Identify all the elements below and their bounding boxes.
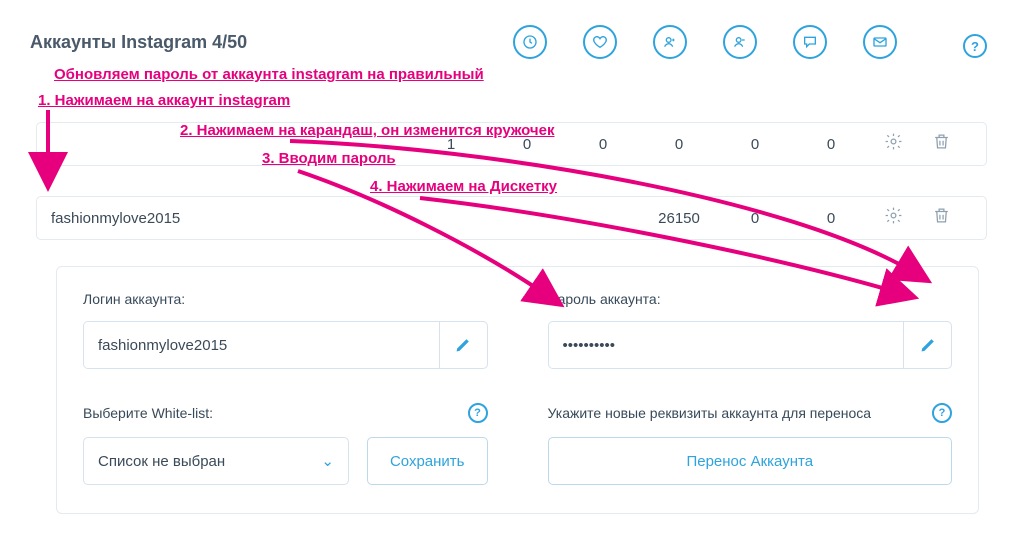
stat-col-4: 26150 — [641, 210, 717, 227]
whitelist-selected: Список не выбран — [98, 453, 225, 470]
annotation-step-1: 1. Нажимаем на аккаунт instagram — [38, 92, 290, 109]
mail-icon[interactable] — [863, 25, 897, 59]
help-icon[interactable]: ? — [963, 34, 987, 58]
account-row[interactable]: fashionmylove2015 26150 0 0 — [36, 196, 987, 240]
clock-icon[interactable] — [513, 25, 547, 59]
stat-col-5: 0 — [717, 210, 793, 227]
password-input[interactable] — [549, 322, 904, 368]
password-field-wrap — [548, 321, 953, 369]
gear-icon[interactable] — [869, 132, 917, 156]
annotation-step-2: 2. Нажимаем на карандаш, он изменится кр… — [180, 122, 554, 139]
help-icon[interactable]: ? — [468, 403, 488, 423]
pencil-icon[interactable] — [903, 322, 951, 368]
chat-icon[interactable] — [793, 25, 827, 59]
trash-icon[interactable] — [917, 132, 965, 156]
annotation-step-3: 3. Вводим пароль — [262, 150, 396, 167]
help-icon[interactable]: ? — [932, 403, 952, 423]
trash-icon[interactable] — [917, 206, 965, 230]
user-plus-icon[interactable] — [653, 25, 687, 59]
transfer-label: Укажите новые реквизиты аккаунта для пер… — [548, 403, 953, 423]
stat-col-6: 0 — [793, 136, 869, 153]
login-label: Логин аккаунта: — [83, 291, 488, 307]
whitelist-select[interactable]: Список не выбран ⌄ — [83, 437, 349, 485]
account-detail-panel: Логин аккаунта: Пароль аккаунта: Выберит… — [56, 266, 979, 514]
annotation-step-4: 4. Нажимаем на Дискетку — [370, 178, 557, 195]
stat-col-6: 0 — [793, 210, 869, 227]
gear-icon[interactable] — [869, 206, 917, 230]
save-button[interactable]: Сохранить — [367, 437, 488, 485]
whitelist-label: Выберите White-list: ? — [83, 403, 488, 423]
pencil-icon[interactable] — [439, 322, 487, 368]
heart-icon[interactable] — [583, 25, 617, 59]
page-title: Аккаунты Instagram 4/50 — [30, 32, 247, 53]
login-field-wrap — [83, 321, 488, 369]
stat-col-3: 0 — [565, 136, 641, 153]
transfer-button[interactable]: Перенос Аккаунта — [548, 437, 953, 485]
stat-col-5: 0 — [717, 136, 793, 153]
stat-col-4: 0 — [641, 136, 717, 153]
chevron-down-icon: ⌄ — [321, 452, 334, 470]
account-name: fashionmylove2015 — [37, 210, 413, 227]
password-label: Пароль аккаунта: — [548, 291, 953, 307]
login-input[interactable] — [84, 322, 439, 368]
user-minus-icon[interactable] — [723, 25, 757, 59]
annotation-top: Обновляем пароль от аккаунта instagram н… — [54, 66, 484, 83]
